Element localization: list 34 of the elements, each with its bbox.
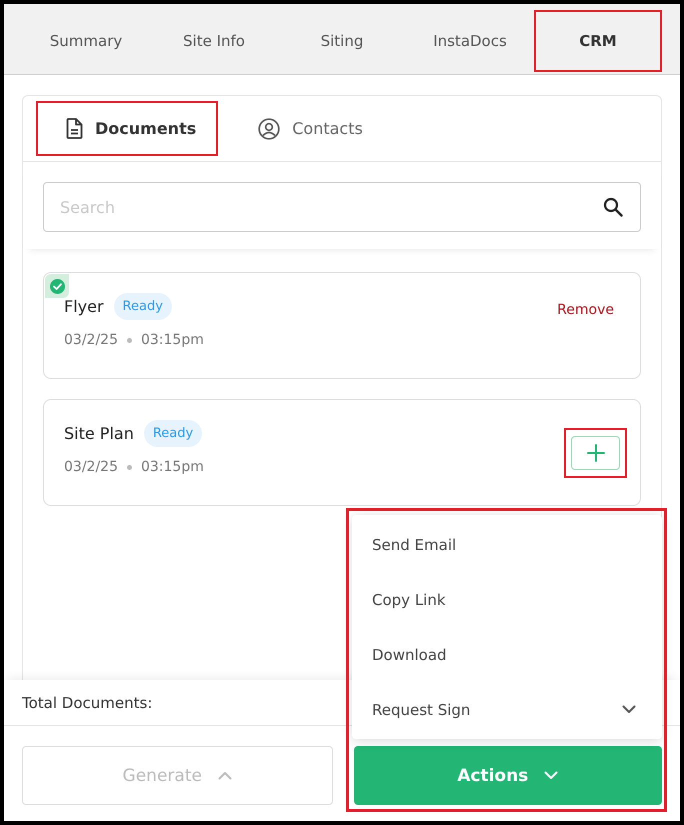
user-circle-icon (258, 118, 280, 140)
document-name: Flyer (64, 297, 104, 316)
document-card[interactable]: Flyer Ready 03/2/25 03:15pm Remove (43, 272, 641, 379)
document-date: 03/2/25 (64, 332, 118, 348)
menu-item[interactable]: Send Email (352, 517, 662, 572)
tab[interactable]: Siting (278, 10, 406, 72)
document-time: 03:15pm (140, 459, 204, 475)
menu-item[interactable]: Copy Link (352, 572, 662, 627)
status-badge: Ready (114, 293, 172, 320)
menu-item[interactable]: Download (352, 627, 662, 682)
chevron-down-icon (622, 705, 636, 714)
separator-dot (126, 338, 132, 342)
document-icon (66, 118, 83, 139)
add-button[interactable] (571, 436, 620, 470)
document-date: 03/2/25 (64, 459, 118, 475)
document-name: Site Plan (64, 424, 134, 443)
sub-tab[interactable]: Documents (36, 101, 218, 156)
total-documents-label: Total Documents: (22, 694, 152, 712)
caret-down-icon (544, 771, 558, 780)
menu-item[interactable]: Request Sign (352, 682, 662, 737)
status-badge: Ready (144, 420, 202, 447)
tab[interactable]: Summary (22, 10, 150, 72)
sub-tab[interactable]: Contacts (228, 101, 385, 156)
tab[interactable]: CRM (534, 10, 662, 72)
search-icon (603, 197, 623, 217)
document-card[interactable]: Site Plan Ready 03/2/25 03:15pm (43, 399, 641, 506)
plus-icon (586, 444, 604, 462)
separator-dot (126, 464, 132, 470)
document-time: 03:15pm (140, 332, 204, 348)
tab[interactable]: Site Info (150, 10, 278, 72)
remove-link[interactable]: Remove (557, 302, 614, 318)
tab[interactable]: InstaDocs (406, 10, 534, 72)
caret-up-icon (218, 771, 232, 780)
check-icon (50, 278, 64, 294)
